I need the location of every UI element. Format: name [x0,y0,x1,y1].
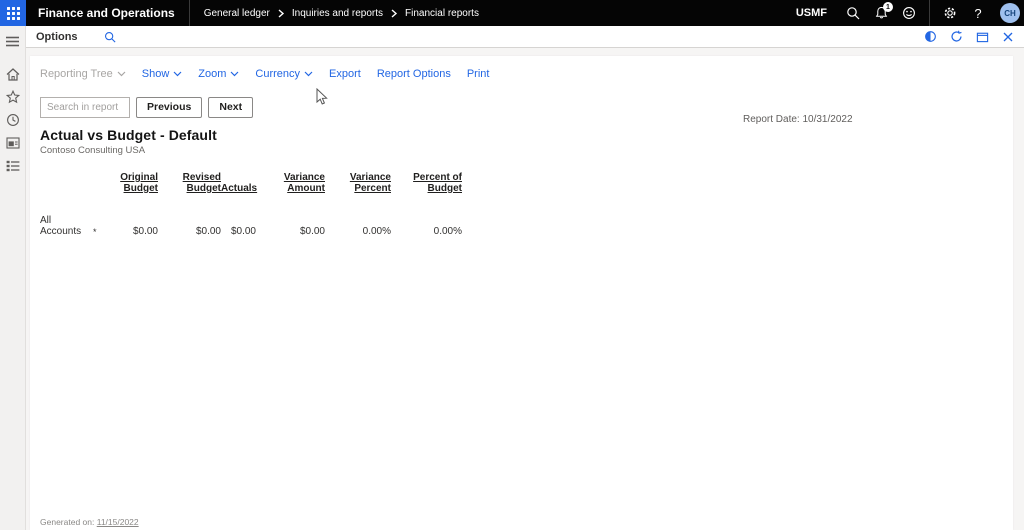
report-search-row: Previous Next [40,96,1013,118]
app-launcher-button[interactable] [0,0,26,26]
currency-label: Currency [255,68,300,80]
cell-original-budget: $0.00 [100,226,158,237]
cell-percent-of-budget: 0.00% [391,226,462,237]
report-company-name: Contoso Consulting USA [40,145,1013,156]
home-icon [6,68,20,81]
zoom-menu[interactable]: Zoom [198,68,239,80]
popout-icon [976,30,989,43]
open-in-new-window-button[interactable] [976,30,989,43]
report-options-button[interactable]: Report Options [377,68,451,80]
notifications-button[interactable]: 1 [869,1,893,25]
column-header-revised-budget[interactable]: Revised Budget [158,172,221,194]
report-toolbar: Reporting Tree Show Zoom Currency Export… [40,66,1013,82]
nav-recent-button[interactable] [0,109,26,131]
topbar-divider [189,0,190,26]
table-header-row: Original Budget Revised Budget Actuals V… [40,172,1013,194]
nav-workspaces-button[interactable] [0,132,26,154]
reporting-tree-label: Reporting Tree [40,68,113,80]
close-button[interactable] [1002,31,1014,43]
search-icon [846,6,860,20]
report-title: Actual vs Budget - Default [40,127,1013,143]
waffle-icon [7,7,20,20]
office-apps-button[interactable] [924,30,937,43]
topbar-right-controls: USMF 1 ? CH [796,0,1024,26]
column-header-original-budget[interactable]: Original Budget [100,172,158,194]
chevron-down-icon [173,71,182,77]
workspaces-icon [6,137,20,149]
generated-on-text: Generated on: 11/15/2022 [40,517,139,527]
cell-actuals: $0.00 [221,226,256,237]
previous-button[interactable]: Previous [136,97,202,118]
breadcrumb-item-general-ledger[interactable]: General ledger [204,8,270,19]
action-pane: Options [26,26,1024,48]
column-header-percent-of-budget[interactable]: Percent of Budget [391,172,462,194]
tab-options[interactable]: Options [36,31,78,43]
column-header-variance-percent[interactable]: Variance Percent [325,172,391,194]
print-button[interactable]: Print [467,68,490,80]
top-navigation-bar: Finance and Operations General ledger In… [0,0,1024,26]
breadcrumb: General ledger Inquiries and reports Fin… [204,8,479,19]
nav-home-button[interactable] [0,63,26,85]
help-button[interactable]: ? [966,1,990,25]
company-selector[interactable]: USMF [796,7,827,19]
show-menu[interactable]: Show [142,68,183,80]
hamburger-icon [6,36,19,47]
cell-variance-percent: 0.00% [325,226,391,237]
report-date: Report Date: 10/31/2022 [743,114,853,125]
action-pane-search-button[interactable] [104,31,116,43]
zoom-label: Zoom [198,68,226,80]
report-table: Original Budget Revised Budget Actuals V… [40,172,1013,237]
report-panel: Reporting Tree Show Zoom Currency Export… [30,56,1013,530]
chevron-down-icon [117,71,126,77]
feedback-button[interactable] [897,1,921,25]
topbar-divider [929,0,930,26]
currency-menu[interactable]: Currency [255,68,313,80]
modules-icon [6,160,20,172]
left-nav-rail [0,26,26,530]
refresh-button[interactable] [950,30,963,43]
next-button[interactable]: Next [208,97,253,118]
search-button[interactable] [841,1,865,25]
chevron-down-icon [230,71,239,77]
user-avatar[interactable]: CH [1000,3,1020,23]
app-title[interactable]: Finance and Operations [26,6,189,20]
nav-modules-button[interactable] [0,155,26,177]
expand-navigation-button[interactable] [0,30,26,52]
search-in-report-input[interactable] [40,97,130,118]
row-marker: * [90,227,100,237]
reporting-tree-menu: Reporting Tree [40,68,126,80]
search-icon [104,31,116,43]
table-row[interactable]: All Accounts * $0.00 $0.00 $0.00 $0.00 0… [40,215,1013,237]
question-mark-icon: ? [974,6,981,21]
generated-date: 11/15/2022 [97,517,139,527]
settings-button[interactable] [938,1,962,25]
breadcrumb-item-financial-reports[interactable]: Financial reports [405,8,479,19]
nav-favorites-button[interactable] [0,86,26,108]
chevron-right-icon [277,9,285,18]
chevron-right-icon [390,9,398,18]
star-icon [6,90,20,104]
half-circle-icon [924,30,937,43]
chevron-down-icon [304,71,313,77]
column-header-variance-amount[interactable]: Variance Amount [256,172,325,194]
column-header-actuals[interactable]: Actuals [221,183,256,194]
row-label: All Accounts [40,215,90,237]
notification-badge: 1 [883,2,893,12]
show-label: Show [142,68,170,80]
cell-revised-budget: $0.00 [158,226,221,237]
smiley-icon [902,6,916,20]
breadcrumb-item-inquiries-and-reports[interactable]: Inquiries and reports [292,8,383,19]
clock-icon [6,113,20,127]
action-pane-right-icons [924,30,1024,43]
export-button[interactable]: Export [329,68,361,80]
close-icon [1002,31,1014,43]
refresh-icon [950,30,963,43]
cell-variance-amount: $0.00 [256,226,325,237]
gear-icon [943,6,957,20]
